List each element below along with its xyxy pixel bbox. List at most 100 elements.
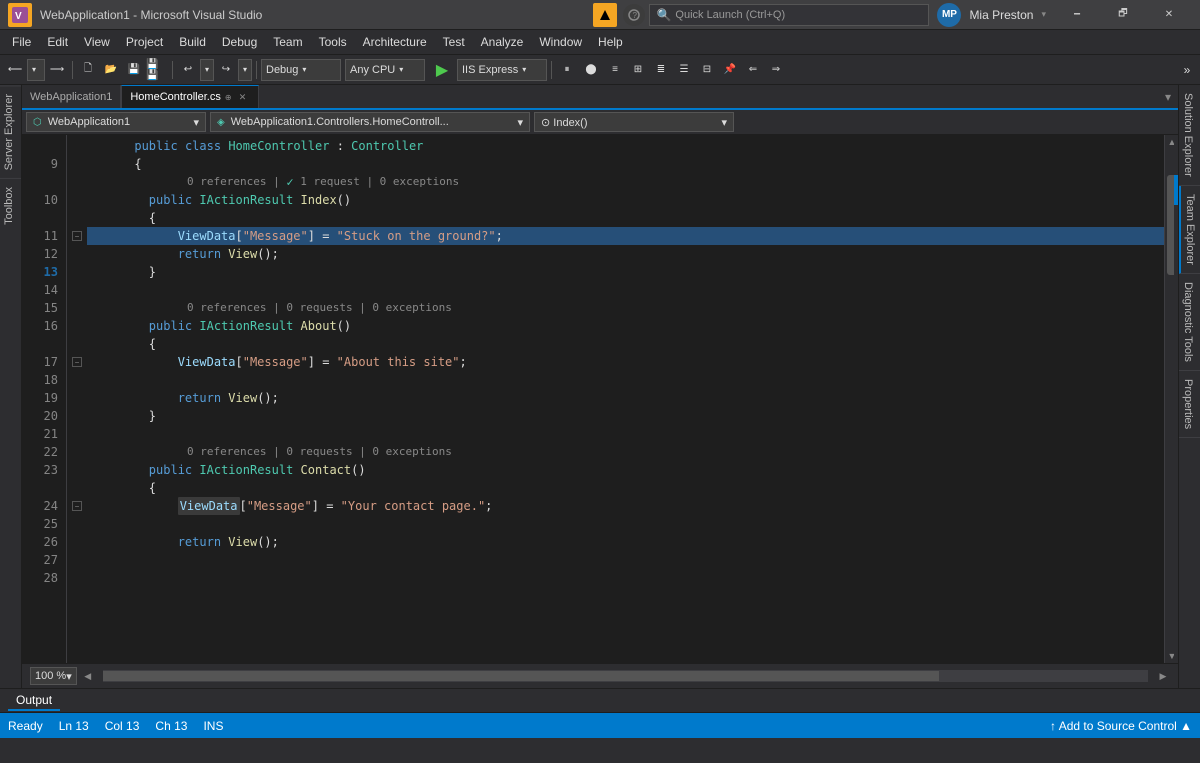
quick-launch-placeholder: Quick Launch (Ctrl+Q) <box>675 9 785 21</box>
nav-project-label: WebApplication1 <box>48 116 130 128</box>
code-line-28: return View(); <box>87 533 1164 551</box>
save-all-btn[interactable]: 💾💾 <box>146 59 168 81</box>
menu-architecture[interactable]: Architecture <box>355 30 435 55</box>
debug-config-dropdown[interactable]: Debug ▾ <box>261 59 341 81</box>
tab-webapplication1[interactable]: WebApplication1 <box>22 85 121 108</box>
code-line-27 <box>87 515 1164 533</box>
performance-icon <box>593 3 617 27</box>
toolbar-btn-2[interactable]: ⊞ <box>627 59 649 81</box>
right-sidebar: Solution Explorer Team Explorer Diagnost… <box>1178 85 1200 688</box>
menu-file[interactable]: File <box>4 30 39 55</box>
menu-analyze[interactable]: Analyze <box>473 30 532 55</box>
undo-btn[interactable]: ↩ <box>177 59 199 81</box>
toolbar-btn-3[interactable]: ≣ <box>650 59 672 81</box>
toolbar-btn-7[interactable]: ⇐ <box>742 59 764 81</box>
team-explorer-tab[interactable]: Team Explorer <box>1179 186 1200 274</box>
user-name[interactable]: Mia Preston <box>969 8 1033 22</box>
minimize-button[interactable]: 🗕 <box>1054 0 1100 30</box>
hscroll-left-btn[interactable]: ◀ <box>81 669 95 683</box>
menu-build[interactable]: Build <box>171 30 214 55</box>
menu-tools[interactable]: Tools <box>311 30 355 55</box>
undo-dropdown[interactable]: ▾ <box>200 59 214 81</box>
tab-dropdown-btn[interactable]: ▾ <box>1158 85 1178 108</box>
pause-btn[interactable]: ⏸ <box>556 59 578 81</box>
breakpoints-btn[interactable]: ⬤ <box>580 59 602 81</box>
open-btn[interactable]: 📂 <box>100 59 122 81</box>
menu-edit[interactable]: Edit <box>39 30 76 55</box>
user-menu-arrow[interactable]: ▾ <box>1041 9 1046 20</box>
window-controls: 🗕 🗗 ✕ <box>1054 0 1192 30</box>
toolbar: ⟵ ▾ ⟶ 🗋 📂 💾 💾💾 ↩ ▾ ↪ ▾ Debug ▾ Any CPU ▾… <box>0 55 1200 85</box>
tab-strip: WebApplication1 HomeController.cs ⊕ ✕ ▾ <box>22 85 1178 110</box>
toolbox-tab[interactable]: Toolbox <box>0 178 21 233</box>
status-bar: Ready Ln 13 Col 13 Ch 13 INS ↑ Add to So… <box>0 713 1200 738</box>
forward-btn[interactable]: ⟶ <box>46 59 68 81</box>
code-line-14: return View(); <box>87 245 1164 263</box>
save-btn[interactable]: 💾 <box>123 59 145 81</box>
back-btn[interactable]: ⟵ <box>4 59 26 81</box>
new-project-btn[interactable]: 🗋 <box>77 59 99 81</box>
tab-pin-icon[interactable]: ⊕ <box>225 93 232 102</box>
source-control-btn[interactable]: ↑ Add to Source Control ▲ <box>1050 719 1192 733</box>
status-ready: Ready <box>8 719 43 733</box>
toolbar-btn-8[interactable]: ⇒ <box>765 59 787 81</box>
menu-test[interactable]: Test <box>435 30 473 55</box>
status-ln: Ln 13 <box>59 719 89 733</box>
code-line-15: } <box>87 263 1164 281</box>
server-explorer-tab[interactable]: Server Explorer <box>0 85 21 178</box>
collapse-contact-btn[interactable]: − <box>69 497 85 515</box>
restore-button[interactable]: 🗗 <box>1100 0 1146 30</box>
tab-homecontroller[interactable]: HomeController.cs ⊕ ✕ <box>121 85 258 108</box>
quick-launch-box[interactable]: 🔍 Quick Launch (Ctrl+Q) <box>649 4 929 26</box>
solution-explorer-tab[interactable]: Solution Explorer <box>1179 85 1200 186</box>
horizontal-scrollbar[interactable] <box>103 670 1148 682</box>
zoom-value: 100 % <box>35 670 66 682</box>
menu-window[interactable]: Window <box>531 30 590 55</box>
zoom-dropdown[interactable]: 100 % ▾ <box>30 667 77 685</box>
code-content[interactable]: public class HomeController : Controller… <box>87 135 1164 663</box>
redo-dropdown[interactable]: ▾ <box>238 59 252 81</box>
menu-help[interactable]: Help <box>590 30 631 55</box>
code-editor[interactable]: 9 10 11 12 13 14 15 16 17 18 19 20 21 22… <box>22 135 1178 663</box>
zoom-control: 100 % ▾ <box>30 667 77 685</box>
back-dropdown[interactable]: ▾ <box>27 59 45 81</box>
code-line-21: return View(); <box>87 389 1164 407</box>
hscroll-right-btn[interactable]: ▶ <box>1156 669 1170 683</box>
nav-method-dropdown[interactable]: ⊙ Index() ▾ <box>534 112 734 132</box>
menu-project[interactable]: Project <box>118 30 171 55</box>
menu-view[interactable]: View <box>76 30 118 55</box>
output-tab[interactable]: Output <box>8 691 60 711</box>
toolbar-btn-1[interactable]: ≡ <box>604 59 626 81</box>
scroll-map-current <box>1174 175 1178 205</box>
play-button[interactable]: ▶ <box>431 59 453 81</box>
toolbar-overflow[interactable]: » <box>1178 61 1196 79</box>
close-button[interactable]: ✕ <box>1146 0 1192 30</box>
window-title: WebApplication1 - Microsoft Visual Studi… <box>40 8 593 22</box>
cpu-dropdown[interactable]: Any CPU ▾ <box>345 59 425 81</box>
nav-project-dropdown[interactable]: ⬡ WebApplication1 ▾ <box>26 112 206 132</box>
toolbar-btn-4[interactable]: ☰ <box>673 59 695 81</box>
menu-debug[interactable]: Debug <box>214 30 265 55</box>
diagnostic-tools-tab[interactable]: Diagnostic Tools <box>1179 274 1200 371</box>
code-line-19: ViewData["Message"] = "About this site"; <box>87 353 1164 371</box>
toolbar-btn-6[interactable]: 📌 <box>719 59 741 81</box>
nav-class-dropdown[interactable]: ◈ WebApplication1.Controllers.HomeContro… <box>210 112 530 132</box>
properties-tab[interactable]: Properties <box>1179 371 1200 438</box>
sep1 <box>72 61 73 79</box>
hscroll-thumb[interactable] <box>103 671 939 681</box>
editor-area: WebApplication1 HomeController.cs ⊕ ✕ ▾ … <box>22 85 1178 688</box>
collapse-about-btn[interactable]: − <box>69 353 85 371</box>
tab-close-icon[interactable]: ✕ <box>236 90 250 104</box>
code-line-20 <box>87 371 1164 389</box>
collapse-index-btn[interactable]: − <box>69 227 85 245</box>
toolbar-btn-5[interactable]: ⊟ <box>696 59 718 81</box>
zoom-arrow: ▾ <box>66 670 72 683</box>
redo-btn[interactable]: ↪ <box>215 59 237 81</box>
feedback-icon[interactable]: ? <box>623 4 645 26</box>
iis-express-dropdown[interactable]: IIS Express ▾ <box>457 59 547 81</box>
undo-toolbar-group: ↩ ▾ ↪ ▾ <box>177 59 252 81</box>
menu-team[interactable]: Team <box>265 30 310 55</box>
vertical-scrollbar[interactable]: ▲ ▼ <box>1164 135 1178 663</box>
user-menu[interactable]: MP Mia Preston ▾ <box>937 3 1046 27</box>
status-ch: Ch 13 <box>155 719 187 733</box>
